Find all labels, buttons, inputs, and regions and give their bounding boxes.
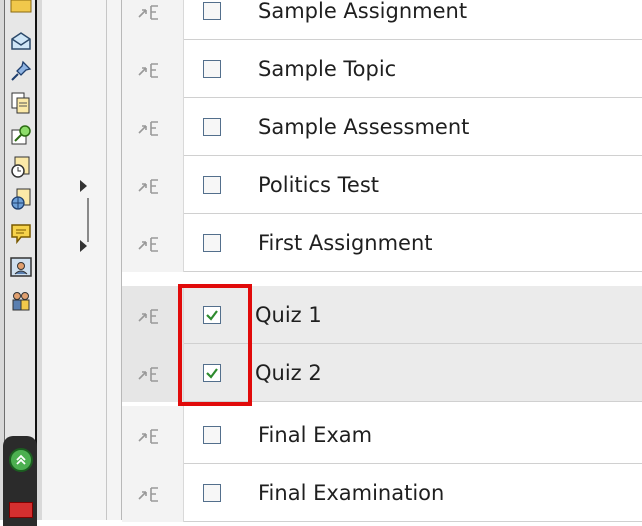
list-item[interactable]: Sample Assessment xyxy=(122,98,642,156)
item-label: First Assignment xyxy=(258,231,433,255)
chat-bubble-icon[interactable] xyxy=(8,220,34,246)
drag-handle-icon[interactable] xyxy=(122,98,184,156)
documents-icon[interactable] xyxy=(8,90,34,116)
list-item[interactable]: Final Examination xyxy=(122,464,642,522)
id-card-icon[interactable] xyxy=(8,254,34,280)
item-checkbox[interactable] xyxy=(203,118,221,136)
list-item[interactable]: Politics Test xyxy=(122,156,642,214)
item-checkbox[interactable] xyxy=(203,2,221,20)
item-label: Sample Assignment xyxy=(258,0,468,23)
drag-handle-icon[interactable] xyxy=(122,40,184,98)
item-label: Quiz 1 xyxy=(255,303,322,327)
toolbar-bottom-panel xyxy=(3,436,37,526)
item-checkbox[interactable] xyxy=(203,176,221,194)
folder-icon[interactable] xyxy=(8,0,34,18)
people-icon[interactable] xyxy=(8,288,34,314)
expand-up-icon[interactable] xyxy=(9,448,33,472)
drag-handle-icon[interactable] xyxy=(122,286,184,344)
clock-icon[interactable] xyxy=(8,154,34,180)
item-label: Sample Assessment xyxy=(258,115,470,139)
checkmark-icon xyxy=(206,310,218,321)
drag-handle-icon[interactable] xyxy=(122,344,184,402)
list-item[interactable]: First Assignment xyxy=(122,214,642,272)
list-item-selected[interactable]: Quiz 1 xyxy=(122,286,642,344)
item-checkbox-checked[interactable] xyxy=(203,364,221,382)
search-key-icon[interactable] xyxy=(8,122,34,148)
panel-splitter[interactable] xyxy=(42,0,122,520)
drag-handle-icon[interactable] xyxy=(122,214,184,272)
list-item[interactable]: Final Exam xyxy=(122,406,642,464)
red-book-icon[interactable] xyxy=(9,502,33,518)
item-label: Sample Topic xyxy=(258,57,397,81)
expand-right-arrow-icon[interactable] xyxy=(80,180,87,192)
envelope-icon[interactable] xyxy=(8,28,34,54)
item-checkbox[interactable] xyxy=(203,60,221,78)
item-label: Quiz 2 xyxy=(255,361,322,385)
icon-toolbar xyxy=(0,0,42,526)
item-list: Sample Assignment Sample Topic Sample As… xyxy=(122,0,642,522)
pushpin-icon[interactable] xyxy=(8,58,34,84)
splitter-divider xyxy=(106,0,107,520)
item-label: Final Exam xyxy=(258,423,373,447)
item-checkbox[interactable] xyxy=(203,484,221,502)
collapse-arrow-icon[interactable] xyxy=(80,240,87,252)
list-item[interactable]: Sample Assignment xyxy=(122,0,642,40)
item-label: Final Examination xyxy=(258,481,445,505)
item-checkbox[interactable] xyxy=(203,234,221,252)
drag-handle-icon[interactable] xyxy=(122,464,184,522)
item-label: Politics Test xyxy=(258,173,380,197)
drag-handle-icon[interactable] xyxy=(122,406,184,464)
drag-handle-icon[interactable] xyxy=(122,0,184,40)
drag-handle-icon[interactable] xyxy=(122,156,184,214)
list-item[interactable]: Sample Topic xyxy=(122,40,642,98)
globe-icon[interactable] xyxy=(8,186,34,212)
list-item-selected[interactable]: Quiz 2 xyxy=(122,344,642,402)
checkmark-icon xyxy=(206,368,218,379)
item-checkbox-checked[interactable] xyxy=(203,306,221,324)
splitter-grip[interactable] xyxy=(87,198,89,242)
item-checkbox[interactable] xyxy=(203,426,221,444)
